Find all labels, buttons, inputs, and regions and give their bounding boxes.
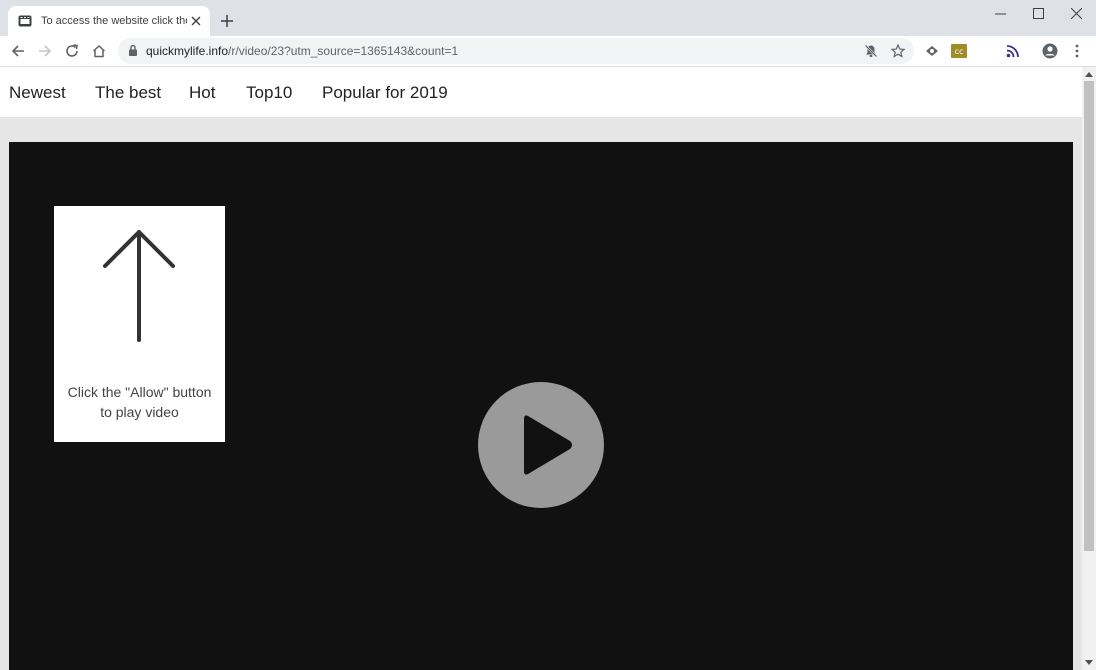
browser-toolbar: quickmylife.info/r/video/23?utm_source=1… xyxy=(0,36,1096,67)
nav-item-hot[interactable]: Hot xyxy=(189,83,215,103)
play-button[interactable] xyxy=(478,382,604,508)
close-tab-icon[interactable] xyxy=(188,13,204,29)
new-tab-icon[interactable] xyxy=(218,12,236,30)
extension-eye-icon[interactable] xyxy=(922,41,942,61)
scroll-down-icon[interactable] xyxy=(1082,656,1096,670)
lock-icon[interactable] xyxy=(128,44,140,58)
page-content: Newest The best Hot Top10 Popular for 20… xyxy=(0,67,1082,670)
profile-avatar-icon[interactable] xyxy=(1040,41,1060,61)
browser-tab[interactable]: To access the website click the "Allow" xyxy=(8,6,210,36)
allow-instruction-card: Click the "Allow" button to play video xyxy=(54,206,225,442)
allow-instruction-text: Click the "Allow" button to play video xyxy=(67,384,212,420)
up-arrow-icon xyxy=(103,230,175,342)
play-icon xyxy=(524,415,572,475)
site-nav: Newest The best Hot Top10 Popular for 20… xyxy=(0,67,1082,117)
forward-arrow-icon[interactable] xyxy=(35,41,55,61)
close-window-icon[interactable] xyxy=(1065,4,1087,22)
rss-feed-icon[interactable] xyxy=(1003,41,1023,61)
home-icon[interactable] xyxy=(89,41,109,61)
scrollbar-thumb[interactable] xyxy=(1084,81,1094,551)
notifications-blocked-icon[interactable] xyxy=(862,42,880,60)
tab-strip: To access the website click the "Allow" xyxy=(0,0,1096,36)
nav-item-newest[interactable]: Newest xyxy=(9,83,66,103)
svg-text:cc: cc xyxy=(955,47,964,56)
video-player-icon xyxy=(17,13,33,29)
bookmark-star-icon[interactable] xyxy=(889,42,907,60)
menu-kebab-icon[interactable] xyxy=(1067,41,1087,61)
nav-item-the-best[interactable]: The best xyxy=(95,83,161,103)
maximize-icon[interactable] xyxy=(1027,4,1049,22)
back-arrow-icon[interactable] xyxy=(8,41,28,61)
extension-cc-icon[interactable]: cc xyxy=(949,41,969,61)
vertical-scrollbar[interactable] xyxy=(1082,67,1096,670)
nav-item-popular-2019[interactable]: Popular for 2019 xyxy=(322,83,448,103)
reload-icon[interactable] xyxy=(62,41,82,61)
tab-title: To access the website click the "Allow" xyxy=(41,15,187,27)
minimize-icon[interactable] xyxy=(989,4,1011,22)
video-player[interactable]: Click the "Allow" button to play video xyxy=(9,142,1073,670)
scroll-up-icon[interactable] xyxy=(1082,67,1096,81)
url-text: quickmylife.info/r/video/23?utm_source=1… xyxy=(146,44,459,58)
nav-item-top10[interactable]: Top10 xyxy=(246,83,292,103)
address-bar[interactable]: quickmylife.info/r/video/23?utm_source=1… xyxy=(118,38,914,64)
